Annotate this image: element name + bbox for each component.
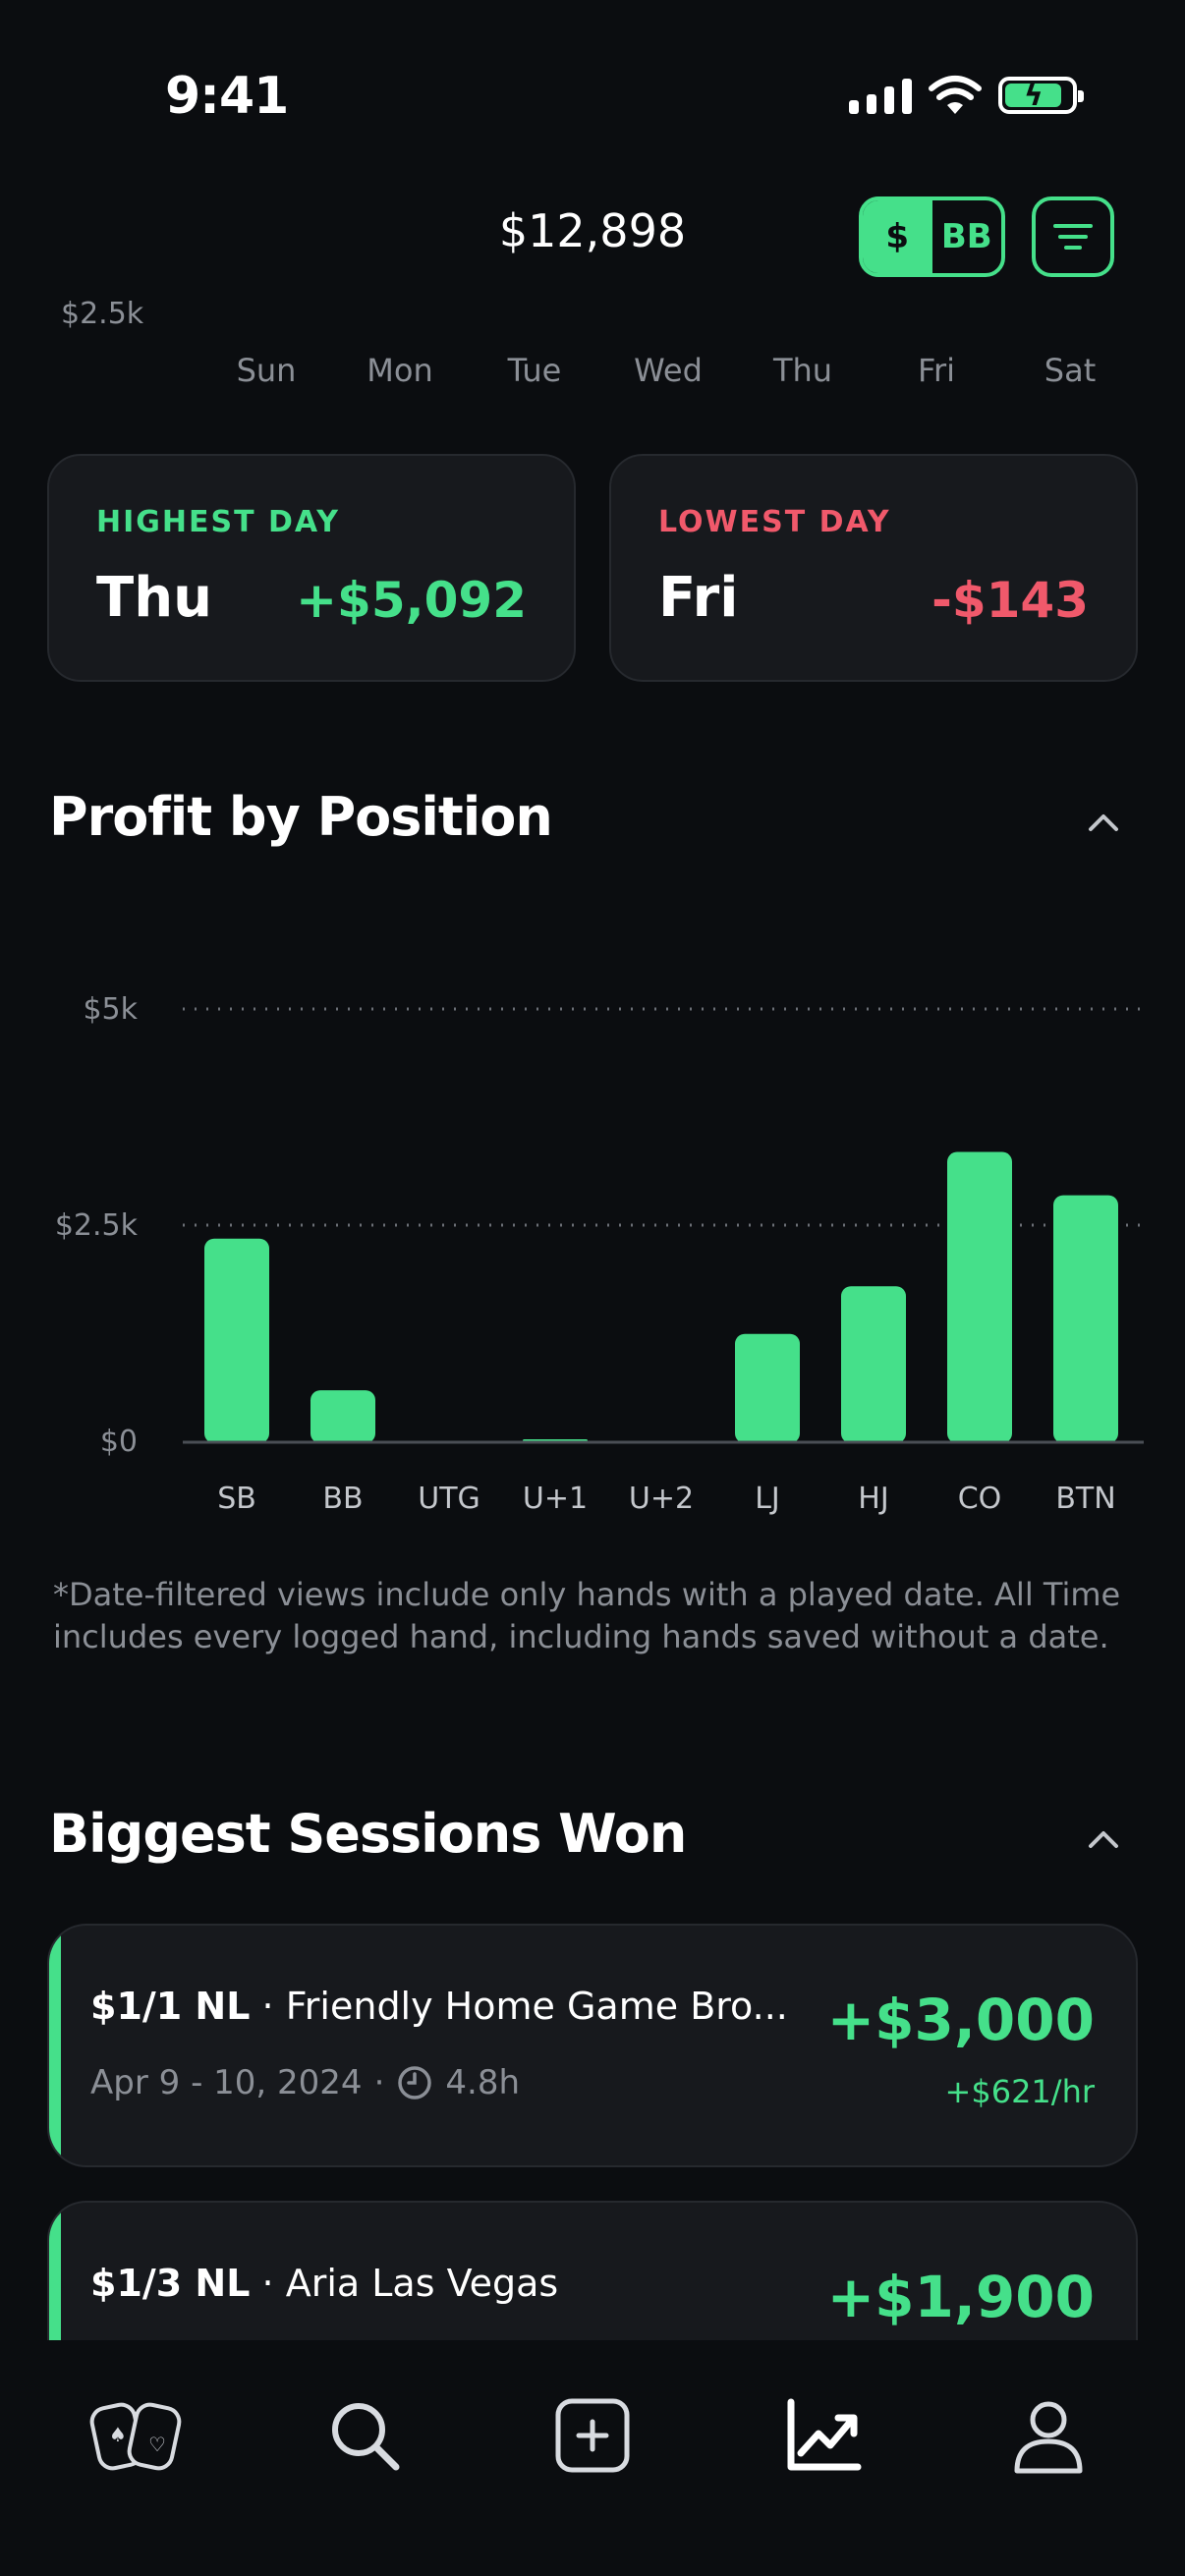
bar-sb (204, 1238, 269, 1443)
x-tick-label: UTG (418, 1482, 480, 1516)
toggle-bb[interactable]: BB (932, 200, 1002, 273)
add-icon (555, 2398, 630, 2473)
bar-btn (1053, 1195, 1118, 1443)
x-tick-label: U+1 (522, 1482, 589, 1516)
status-time: 9:41 (165, 67, 289, 126)
highest-day-amount: +$5,092 (296, 572, 527, 629)
balance-total: $12,898 (498, 204, 687, 257)
x-tick-label: U+2 (628, 1482, 695, 1516)
highest-day-card: HIGHEST DAY Thu +$5,092 (47, 454, 576, 682)
x-tick-label: HJ (858, 1482, 889, 1516)
tab-add[interactable] (538, 2381, 647, 2490)
session-dates: Apr 9 - 10, 2024 (90, 2063, 363, 2102)
filter-icon (1053, 224, 1093, 228)
lowest-day-name: Fri (658, 566, 739, 630)
day-label: Mon (367, 352, 433, 389)
cellular-signal-icon (849, 79, 912, 114)
day-label: Thu (772, 352, 833, 389)
chevron-up-icon[interactable] (1085, 1820, 1122, 1858)
x-tick-label: LJ (755, 1482, 780, 1516)
x-tick-label: SB (217, 1482, 256, 1516)
y-tick-label: $2.5k (54, 1208, 138, 1243)
battery-icon: ϟ (998, 77, 1084, 114)
x-tick-label: BTN (1055, 1482, 1116, 1516)
lowest-day-card: LOWEST DAY Fri -$143 (609, 454, 1138, 682)
y-tick-label: $0 (99, 1425, 138, 1459)
lowest-day-label: LOWEST DAY (658, 505, 891, 539)
y-tick-label: $5k (83, 992, 138, 1027)
session-amount: +$3,000 (826, 1987, 1095, 2053)
session-venue: Friendly Home Game Bro... (285, 1985, 788, 2028)
session-accent-bar (49, 1926, 61, 2165)
section-title-position: Profit by Position (49, 786, 553, 848)
stats-icon (787, 2398, 862, 2471)
cards-icon: ♠ ♡ (89, 2402, 182, 2471)
tab-cards[interactable]: ♠ ♡ (83, 2381, 191, 2490)
tab-stats[interactable] (768, 2381, 876, 2490)
session-stakes: $1/1 NL (90, 1985, 251, 2028)
session-stakes: $1/3 NL (90, 2262, 251, 2305)
session-card[interactable]: $1/1 NL · Friendly Home Game Bro... Apr … (47, 1924, 1138, 2167)
wifi-icon (929, 76, 982, 114)
bar-bb (310, 1390, 375, 1443)
filter-button[interactable] (1032, 196, 1114, 277)
session-title: $1/1 NL · Friendly Home Game Bro... (90, 1985, 788, 2028)
tab-search[interactable] (310, 2381, 419, 2490)
week-chart-ytick: $2.5k (61, 297, 144, 328)
highest-day-name: Thu (96, 566, 212, 630)
day-label: Sat (1044, 352, 1097, 389)
day-label: Tue (507, 352, 562, 389)
highest-day-label: HIGHEST DAY (96, 505, 340, 539)
tab-profile[interactable] (994, 2381, 1102, 2490)
bar-lj (735, 1333, 800, 1443)
day-label: Sun (236, 352, 297, 389)
x-tick-label: CO (957, 1482, 1002, 1516)
section-title-sessions: Biggest Sessions Won (49, 1803, 687, 1865)
footnote: *Date-filtered views include only hands … (53, 1576, 1121, 1655)
session-meta: Apr 9 - 10, 2024 · 4.8h (90, 2063, 520, 2102)
unit-toggle[interactable]: $ BB (859, 196, 1005, 277)
day-label: Wed (634, 352, 703, 389)
session-title: $1/3 NL · Aria Las Vegas (90, 2262, 559, 2305)
svg-text:♠: ♠ (109, 2423, 127, 2446)
session-venue: Aria Las Vegas (285, 2262, 559, 2305)
search-icon (332, 2403, 400, 2471)
svg-text:♡: ♡ (148, 2433, 166, 2456)
session-amount: +$1,900 (826, 2264, 1095, 2330)
session-rate: +$621/hr (944, 2073, 1095, 2110)
toggle-dollar[interactable]: $ (863, 200, 932, 273)
chevron-up-icon[interactable] (1085, 804, 1122, 841)
x-tick-label: BB (322, 1482, 364, 1516)
lowest-day-amount: -$143 (931, 572, 1089, 629)
day-label: Fri (917, 352, 956, 389)
bar-hj (841, 1286, 906, 1443)
session-duration: 4.8h (445, 2063, 520, 2102)
clock-icon (398, 2066, 432, 2100)
position-bar-chart (183, 1007, 1144, 1444)
bar-co (947, 1151, 1012, 1443)
profile-icon (1014, 2401, 1083, 2474)
